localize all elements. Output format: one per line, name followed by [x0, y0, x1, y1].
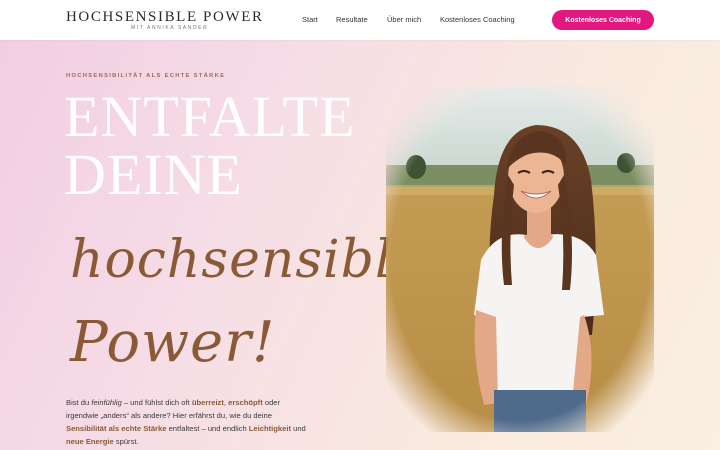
emph-leichtigkeit: Leichtigkeit: [248, 424, 291, 433]
headline-line-1: ENTFALTE: [64, 84, 356, 149]
hero-body-text: Bist du feinfühlig – und fühlst dich oft…: [66, 398, 306, 446]
hero-eyebrow: HOCHSENSIBILITÄT ALS ECHTE STÄRKE: [66, 73, 226, 79]
logo-subtitle: MIT ANNIKA SANDER: [131, 25, 209, 31]
emph-energie: neue Energie: [66, 437, 114, 446]
script-line-1: hochsensible: [70, 230, 425, 290]
hero-portrait-photo: [386, 85, 654, 432]
nav-free-coaching[interactable]: Kostenloses Coaching: [440, 15, 515, 24]
nav-results[interactable]: Resultate: [336, 15, 368, 24]
emph-ueberreizt: überreizt: [191, 398, 224, 407]
site-header: HOCHSENSIBLE POWER MIT ANNIKA SANDER Sta…: [0, 0, 720, 40]
emph-feinfuehlig: feinfühlig: [91, 398, 122, 407]
portrait-illustration: [386, 85, 654, 432]
emph-staerke: Sensibilität als echte Stärke: [66, 424, 167, 433]
emph-erschoepft: erschöpft: [228, 398, 263, 407]
nav-about[interactable]: Über mich: [387, 15, 421, 24]
script-line-2: Power!: [70, 310, 276, 375]
nav-start[interactable]: Start: [302, 15, 318, 24]
logo-title[interactable]: HOCHSENSIBLE POWER: [66, 9, 264, 26]
hero-headline: ENTFALTE DEINE: [64, 88, 356, 204]
cta-button[interactable]: Kostenloses Coaching: [552, 10, 654, 30]
headline-line-2: DEINE: [64, 142, 243, 207]
